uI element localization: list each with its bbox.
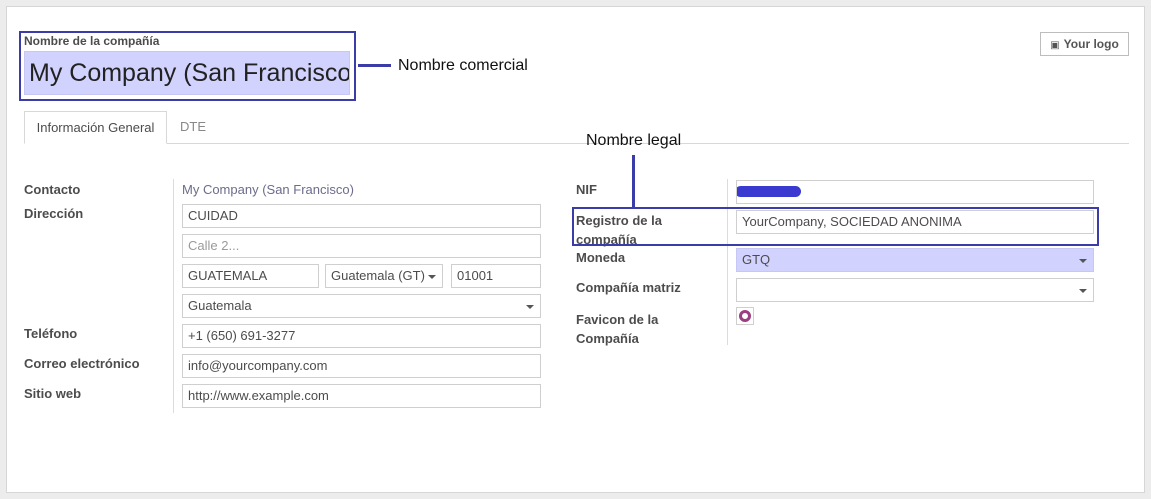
tabs-divider [24, 143, 1129, 144]
redacted-value [737, 186, 801, 197]
email-label: Correo electrónico [24, 356, 140, 371]
parent-company-select[interactable] [736, 278, 1094, 302]
legal-name-pointer [632, 155, 635, 207]
email-input[interactable]: info@yourcompany.com [182, 354, 541, 378]
left-column-divider [173, 179, 174, 413]
tab-dte[interactable]: DTE [167, 111, 219, 144]
tab-informacion-general[interactable]: Información General [24, 111, 167, 144]
tab-label: DTE [180, 119, 206, 134]
parent-company-label: Compañía matriz [576, 280, 681, 295]
favicon-label: Favicon de la Compañía [576, 312, 659, 346]
legal-name-highlight [572, 207, 1099, 246]
commercial-name-annotation: Nombre comercial [398, 57, 528, 74]
currency-value: GTQ [742, 252, 771, 267]
company-name-highlight [19, 31, 356, 101]
street-input[interactable]: CUIDAD [182, 204, 541, 228]
state-select[interactable]: Guatemala (GT) [325, 264, 443, 288]
address-label: Dirección [24, 206, 84, 221]
legal-name-annotation: Nombre legal [586, 132, 682, 149]
chevron-down-icon [1079, 289, 1087, 293]
right-column-divider [727, 179, 728, 345]
city-input[interactable]: GUATEMALA [182, 264, 319, 288]
chevron-down-icon [1079, 259, 1087, 263]
tab-label: Información General [36, 120, 155, 135]
logo-button-label: Your logo [1063, 37, 1119, 51]
chevron-down-icon [428, 275, 436, 279]
contact-label: Contacto [24, 182, 81, 197]
country-select[interactable]: Guatemala [182, 294, 541, 318]
contact-link[interactable]: My Company (San Francisco) [182, 182, 354, 197]
website-label: Sitio web [24, 386, 82, 401]
phone-input[interactable]: +1 (650) 691-3277 [182, 324, 541, 348]
currency-select[interactable]: GTQ [736, 248, 1094, 272]
nif-label: NIF [576, 182, 597, 197]
favicon-icon [739, 310, 751, 322]
phone-label: Teléfono [24, 326, 78, 341]
form-sheet: Nombre de la compañía My Company (San Fr… [6, 6, 1145, 493]
logo-button[interactable]: ▣ Your logo [1040, 32, 1129, 56]
camera-icon: ▣ [1050, 40, 1060, 51]
nif-input[interactable] [736, 180, 1094, 204]
chevron-down-icon [526, 305, 534, 309]
country-value: Guatemala [188, 298, 252, 313]
favicon-image[interactable] [736, 307, 754, 325]
street2-input[interactable]: Calle 2... [182, 234, 541, 258]
commercial-name-pointer [358, 64, 391, 67]
website-input[interactable]: http://www.example.com [182, 384, 541, 408]
state-value: Guatemala (GT) [331, 268, 425, 283]
currency-label: Moneda [576, 250, 626, 265]
zip-input[interactable]: 01001 [451, 264, 541, 288]
